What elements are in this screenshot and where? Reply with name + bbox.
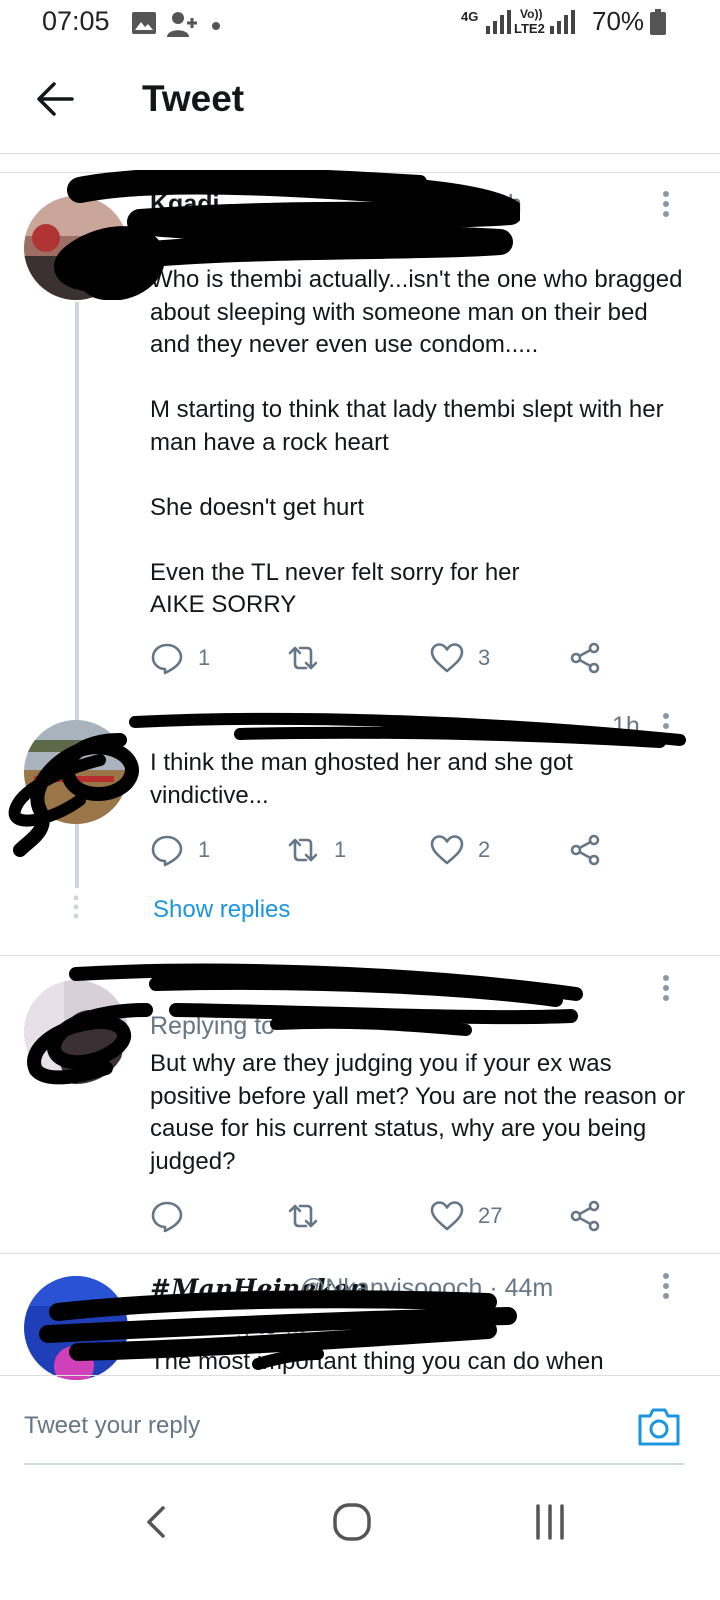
battery-percent: 70% [592,6,645,36]
tweet-text: The most important thing you can do when [150,1346,690,1374]
camera-icon [638,1408,680,1446]
reply-composer[interactable]: Tweet your reply [0,1375,720,1475]
more-options-icon[interactable] [656,712,676,742]
tweet-paragraph: She doesn't get hurt [150,493,365,521]
retweet-count: 1 [334,837,347,862]
tweet-handle-time[interactable]: @Nkanyisoooch · 44m [300,1274,553,1303]
share-icon [570,834,600,866]
status-bar: 07:05 4G Vo)) LTE2 70% [0,0,720,48]
retweet-button[interactable] [286,1196,320,1236]
thread-continuation-icon [66,895,86,921]
network-4g: 4G [461,9,479,24]
tweet-paragraph: The most important thing you can do when [150,1348,604,1374]
tweet-text: I think the man ghosted her and she got … [150,747,690,812]
like-button[interactable]: 2 [430,830,490,870]
retweet-button[interactable]: 1 [286,830,346,870]
reply-count: 1 [198,645,211,670]
share-button[interactable] [568,638,602,678]
tweet-author[interactable]: Kgadi [150,190,219,219]
tweet-text: But why are they judging you if your ex … [150,1048,690,1178]
share-icon [570,1200,600,1232]
tweet-actions: 1 1 2 [150,830,610,870]
page-title: Tweet [142,78,245,119]
tweet-paragraph: Even the TL never felt sorry for her AIK… [150,558,520,619]
share-button[interactable] [568,830,602,870]
share-icon [570,642,600,674]
like-count: 3 [478,645,491,670]
nav-recents-button[interactable] [528,1500,572,1544]
status-time: 07:05 [42,6,110,36]
back-button[interactable] [32,76,78,122]
dot-icon [212,17,220,35]
retweet-icon [288,1204,318,1228]
nav-home-button[interactable] [330,1500,374,1544]
show-replies-link[interactable]: Show replies [153,896,290,924]
arrow-left-icon [37,82,74,116]
camera-button[interactable] [636,1406,682,1448]
reply-icon [151,835,183,867]
avatar[interactable] [24,196,128,300]
home-circle-icon [333,1503,371,1541]
divider [0,955,720,956]
like-count: 27 [478,1203,503,1228]
more-options-icon[interactable] [656,974,676,1004]
tweet-paragraph: Who is thembi actually...isn't the one w… [150,266,683,358]
replying-to-label: Replying to [150,1012,276,1040]
chevron-left-icon [147,1506,165,1538]
replying-to-label: g to @ [236,1312,311,1340]
reply-count: 1 [198,837,211,862]
gallery-icon [132,12,156,39]
nav-back-button[interactable] [136,1500,180,1544]
reply-button[interactable]: 1 [150,638,210,678]
tweet-paragraph: M starting to think that lady thembi sle… [150,396,664,456]
battery-icon [650,9,666,40]
avatar[interactable] [24,1276,128,1380]
heart-icon [430,643,464,673]
tweet-paragraph: I think the man ghosted her and she got … [150,749,573,809]
more-options-icon[interactable] [656,1272,676,1302]
tweet-actions: 27 [150,1196,610,1236]
heart-icon [430,835,464,865]
tweet-actions: 1 3 [150,638,610,678]
app-header: Tweet [0,48,720,154]
person-add-icon [166,10,198,43]
like-button[interactable]: 3 [430,638,490,678]
like-count: 2 [478,837,491,862]
reply-icon [151,1201,183,1233]
signal-icon-2 [550,10,576,39]
retweet-icon [288,646,318,670]
volte-label: Vo)) [520,7,543,21]
reply-button[interactable]: 1 [150,830,210,870]
divider [0,1253,720,1254]
divider [0,155,720,173]
reply-button[interactable] [150,1196,184,1236]
share-button[interactable] [568,1196,602,1236]
like-button[interactable]: 27 [430,1196,502,1236]
heart-icon [430,1201,464,1231]
tweet-text: Who is thembi actually...isn't the one w… [150,264,690,622]
reply-underline [24,1463,684,1465]
more-options-icon[interactable] [656,190,676,220]
reply-input[interactable]: Tweet your reply [24,1412,200,1440]
recents-icon [536,1504,564,1540]
tweet-meta: kgadi · 1h [412,190,522,218]
retweet-button[interactable] [286,638,320,678]
reply-icon [151,643,183,675]
tweet-paragraph: But why are they judging you if your ex … [150,1050,686,1175]
signal-icon [486,10,512,39]
avatar[interactable] [24,980,128,1084]
avatar[interactable] [24,720,128,824]
retweet-icon [288,838,318,862]
lte2-label: LTE2 [514,21,545,36]
tweet-meta: 1h [612,712,640,740]
